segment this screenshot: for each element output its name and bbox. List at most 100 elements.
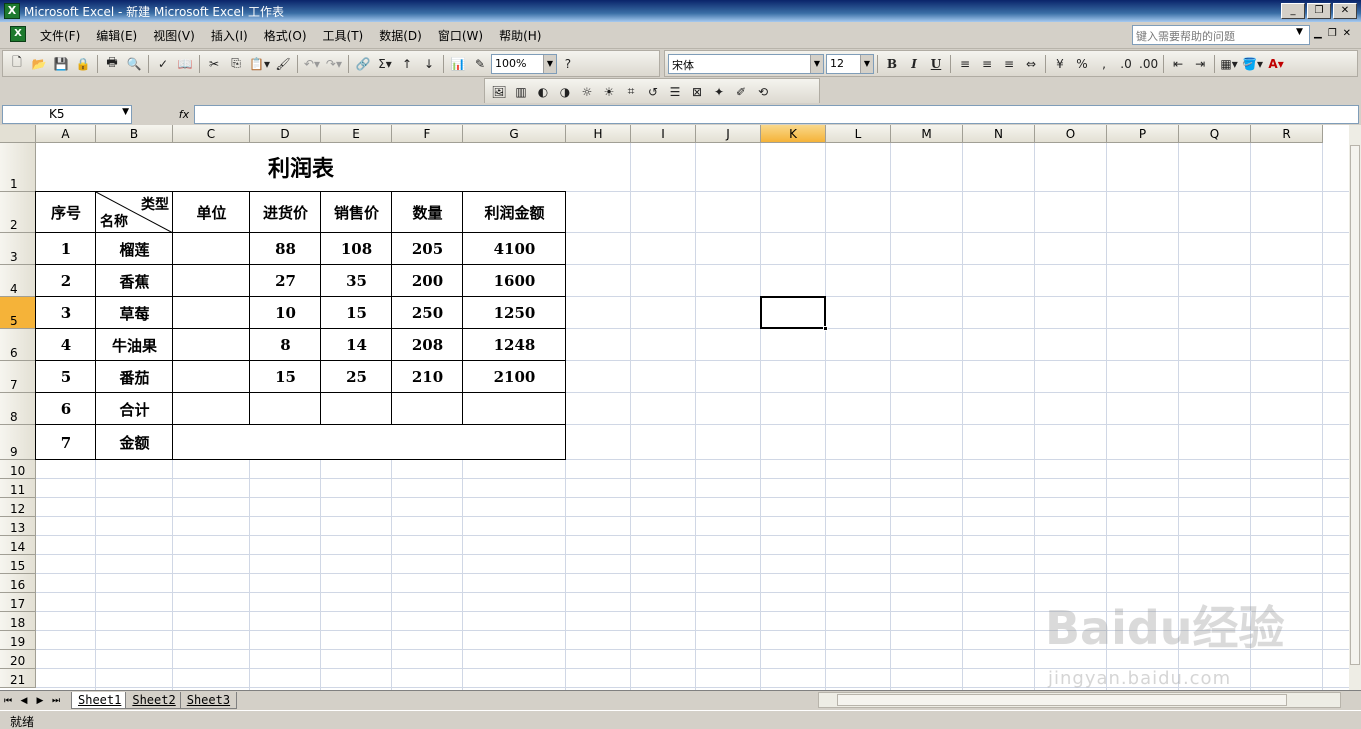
line-style-icon[interactable]: ☰: [666, 82, 684, 102]
column-header-a[interactable]: A: [36, 125, 96, 143]
cell-seq[interactable]: 4: [36, 329, 96, 361]
cell-seq[interactable]: 5: [36, 361, 96, 393]
header-profit[interactable]: 利润金额: [463, 192, 566, 233]
borders-icon[interactable]: ▦▾: [1220, 54, 1238, 74]
vertical-scroll-thumb[interactable]: [1350, 145, 1360, 665]
rotate-icon[interactable]: ↺: [644, 82, 662, 102]
column-header-o[interactable]: O: [1035, 125, 1107, 143]
new-icon[interactable]: 🗋: [8, 54, 26, 74]
name-box[interactable]: K5 ▼: [2, 104, 132, 124]
menu-help[interactable]: 帮助(H): [491, 27, 549, 44]
less-contrast-icon[interactable]: ◑: [556, 82, 574, 102]
row-header-8[interactable]: 8: [0, 393, 36, 425]
row-header-10[interactable]: 10: [0, 460, 36, 479]
zoom-dropdown-icon[interactable]: ▼: [542, 54, 556, 73]
cell-qty[interactable]: 208: [392, 329, 463, 361]
header-qty[interactable]: 数量: [392, 192, 463, 233]
minimize-button[interactable]: _: [1281, 3, 1305, 19]
menu-format[interactable]: 格式(O): [256, 27, 315, 44]
decrease-decimal-icon[interactable]: .00: [1139, 54, 1158, 74]
autosum-icon[interactable]: Σ▾: [376, 54, 394, 74]
reset-picture-icon[interactable]: ⟲: [754, 82, 772, 102]
cell-name[interactable]: 香蕉: [96, 265, 173, 297]
menu-edit[interactable]: 编辑(E): [88, 27, 145, 44]
save-icon[interactable]: 💾: [52, 54, 70, 74]
cell-buy[interactable]: 10: [250, 297, 321, 329]
less-brightness-icon[interactable]: ☀: [600, 82, 618, 102]
menu-window[interactable]: 窗口(W): [430, 27, 491, 44]
cell-profit[interactable]: 1600: [463, 265, 566, 297]
cell-seq[interactable]: 2: [36, 265, 96, 297]
cell-name[interactable]: 牛油果: [96, 329, 173, 361]
color-icon[interactable]: ▥: [512, 82, 530, 102]
sheet-tab-1[interactable]: Sheet1: [71, 692, 129, 709]
cell-profit[interactable]: 4100: [463, 233, 566, 265]
row-header-20[interactable]: 20: [0, 650, 36, 669]
cut-icon[interactable]: ✂: [205, 54, 223, 74]
help-icon[interactable]: ?: [559, 54, 577, 74]
permission-icon[interactable]: 🔒: [74, 54, 92, 74]
header-sell[interactable]: 销售价: [321, 192, 392, 233]
fill-handle[interactable]: [823, 326, 828, 331]
format-painter-icon[interactable]: 🖌: [274, 54, 292, 74]
increase-decimal-icon[interactable]: .0: [1117, 54, 1135, 74]
row-header-5[interactable]: 5: [0, 297, 36, 329]
row-header-2[interactable]: 2: [0, 192, 36, 233]
cell-buy[interactable]: 27: [250, 265, 321, 297]
menu-insert[interactable]: 插入(I): [203, 27, 256, 44]
cell-unit[interactable]: [173, 297, 250, 329]
sheet-tab-3[interactable]: Sheet3: [179, 692, 238, 709]
row-header-18[interactable]: 18: [0, 612, 36, 631]
italic-button[interactable]: I: [905, 54, 923, 74]
cell-name[interactable]: 草莓: [96, 297, 173, 329]
chart-wizard-icon[interactable]: 📊: [449, 54, 467, 74]
doc-close-icon[interactable]: ✕: [1343, 28, 1351, 39]
more-brightness-icon[interactable]: ☼: [578, 82, 596, 102]
restore-button[interactable]: ❐: [1307, 3, 1331, 19]
align-left-icon[interactable]: ≡: [956, 54, 974, 74]
font-size-select[interactable]: 12 ▼: [826, 53, 874, 74]
column-header-n[interactable]: N: [963, 125, 1035, 143]
formula-input[interactable]: [194, 104, 1359, 124]
name-box-dropdown-icon[interactable]: ▼: [122, 107, 129, 117]
format-picture-icon[interactable]: ✦: [710, 82, 728, 102]
menu-tools[interactable]: 工具(T): [315, 27, 372, 44]
cell-profit[interactable]: 2100: [463, 361, 566, 393]
row-header-12[interactable]: 12: [0, 498, 36, 517]
header-unit[interactable]: 单位: [173, 192, 250, 233]
row-header-6[interactable]: 6: [0, 329, 36, 361]
cell-unit[interactable]: [173, 361, 250, 393]
bold-button[interactable]: B: [883, 54, 901, 74]
fill-color-icon[interactable]: 🪣▾: [1242, 54, 1263, 74]
horizontal-scroll-thumb[interactable]: [837, 694, 1287, 706]
merge-center-icon[interactable]: ⇔: [1022, 54, 1040, 74]
comma-icon[interactable]: ,: [1095, 54, 1113, 74]
column-header-k[interactable]: K: [761, 125, 826, 143]
paste-icon[interactable]: 📋▾: [249, 54, 270, 74]
align-right-icon[interactable]: ≡: [1000, 54, 1018, 74]
cell-sell[interactable]: 14: [321, 329, 392, 361]
zoom-select[interactable]: 100% ▼: [490, 53, 557, 74]
cell-unit[interactable]: [173, 233, 250, 265]
cell-profit[interactable]: 1248: [463, 329, 566, 361]
hyperlink-icon[interactable]: 🔗: [354, 54, 372, 74]
row-header-9[interactable]: 9: [0, 425, 36, 460]
compress-icon[interactable]: ⊠: [688, 82, 706, 102]
sort-descending-icon[interactable]: ↓: [420, 54, 438, 74]
sheet-tab-2[interactable]: Sheet2: [125, 692, 183, 709]
set-transparent-icon[interactable]: ✐: [732, 82, 750, 102]
percent-icon[interactable]: %: [1073, 54, 1091, 74]
cell-seq[interactable]: 1: [36, 233, 96, 265]
help-dropdown-icon[interactable]: ▼: [1296, 27, 1303, 37]
menu-data[interactable]: 数据(D): [371, 27, 430, 44]
column-header-d[interactable]: D: [250, 125, 321, 143]
cell-buy[interactable]: 8: [250, 329, 321, 361]
sort-ascending-icon[interactable]: ↑: [398, 54, 416, 74]
copy-icon[interactable]: ⎘: [227, 54, 245, 74]
vertical-scrollbar[interactable]: [1349, 125, 1361, 690]
close-button[interactable]: ✕: [1333, 3, 1357, 19]
menu-view[interactable]: 视图(V): [145, 27, 203, 44]
row-header-17[interactable]: 17: [0, 593, 36, 612]
selected-cell-k5[interactable]: [760, 296, 826, 329]
decrease-indent-icon[interactable]: ⇤: [1169, 54, 1187, 74]
